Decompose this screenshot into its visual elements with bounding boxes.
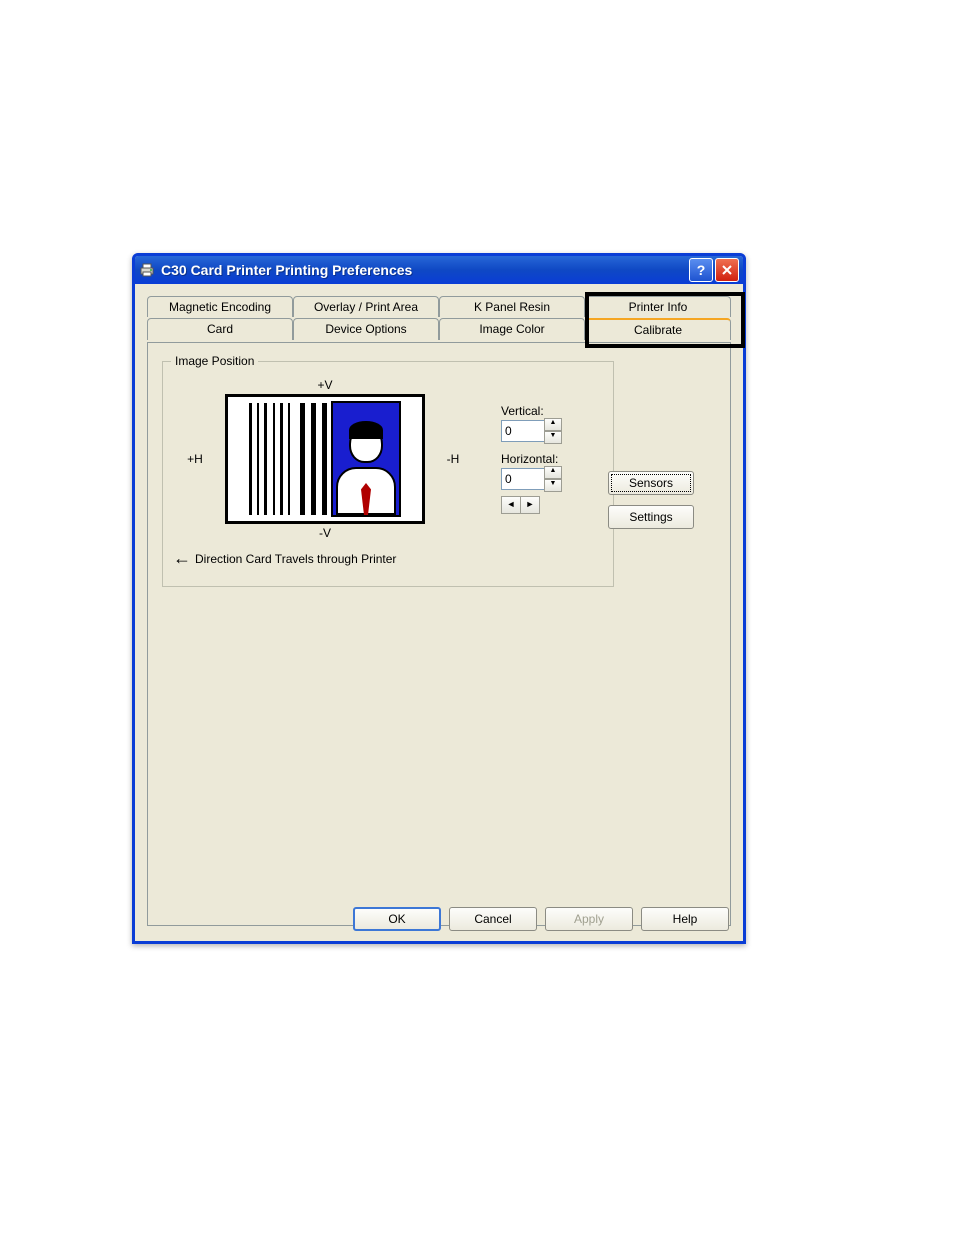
tab-device-options[interactable]: Device Options bbox=[293, 318, 439, 340]
horizontal-left-button[interactable]: ◄ bbox=[501, 496, 521, 514]
horizontal-input[interactable] bbox=[501, 468, 545, 490]
titlebar: C30 Card Printer Printing Preferences ? bbox=[135, 256, 743, 284]
arrow-left-icon: ← bbox=[173, 548, 191, 569]
horizontal-label: Horizontal: bbox=[501, 452, 562, 466]
tab-strip: Magnetic Encoding Overlay / Print Area K… bbox=[147, 296, 731, 342]
client-area: Magnetic Encoding Overlay / Print Area K… bbox=[135, 284, 743, 941]
sensors-button[interactable]: Sensors bbox=[608, 471, 694, 495]
tab-magnetic-encoding[interactable]: Magnetic Encoding bbox=[147, 296, 293, 317]
close-button[interactable] bbox=[715, 258, 739, 282]
image-position-group: Image Position +H +V bbox=[162, 361, 614, 587]
vertical-spin-down[interactable]: ▼ bbox=[544, 431, 562, 444]
ok-button[interactable]: OK bbox=[353, 907, 441, 931]
printer-icon bbox=[139, 262, 155, 278]
tab-image-color[interactable]: Image Color bbox=[439, 318, 585, 340]
tab-pane: Image Position +H +V bbox=[147, 342, 731, 926]
vertical-label: Vertical: bbox=[501, 404, 562, 418]
tab-card[interactable]: Card bbox=[147, 318, 293, 340]
vertical-spin-up[interactable]: ▲ bbox=[544, 418, 562, 431]
tab-overlay-print-area[interactable]: Overlay / Print Area bbox=[293, 296, 439, 317]
settings-button[interactable]: Settings bbox=[608, 505, 694, 529]
barcode-graphic bbox=[249, 403, 290, 515]
vertical-input[interactable] bbox=[501, 420, 545, 442]
direction-label: Direction Card Travels through Printer bbox=[195, 552, 396, 566]
preferences-dialog: C30 Card Printer Printing Preferences ? … bbox=[132, 253, 746, 944]
card-preview bbox=[225, 394, 425, 524]
tab-printer-info[interactable]: Printer Info bbox=[585, 296, 731, 317]
cancel-button[interactable]: Cancel bbox=[449, 907, 537, 931]
plus-v-label: +V bbox=[317, 378, 332, 392]
horizontal-right-button[interactable]: ► bbox=[520, 496, 540, 514]
horizontal-spin-up[interactable]: ▲ bbox=[544, 466, 562, 479]
help-button[interactable]: ? bbox=[689, 258, 713, 282]
tab-k-panel-resin[interactable]: K Panel Resin bbox=[439, 296, 585, 317]
apply-button: Apply bbox=[545, 907, 633, 931]
horizontal-spin-down[interactable]: ▼ bbox=[544, 479, 562, 492]
minus-h-label: -H bbox=[433, 452, 473, 466]
photo-graphic bbox=[331, 401, 401, 517]
help-dialog-button[interactable]: Help bbox=[641, 907, 729, 931]
minus-v-label: -V bbox=[319, 526, 331, 540]
plus-h-label: +H bbox=[173, 452, 217, 466]
window-title: C30 Card Printer Printing Preferences bbox=[161, 262, 689, 278]
tab-calibrate[interactable]: Calibrate bbox=[585, 318, 731, 340]
group-title: Image Position bbox=[171, 354, 258, 368]
